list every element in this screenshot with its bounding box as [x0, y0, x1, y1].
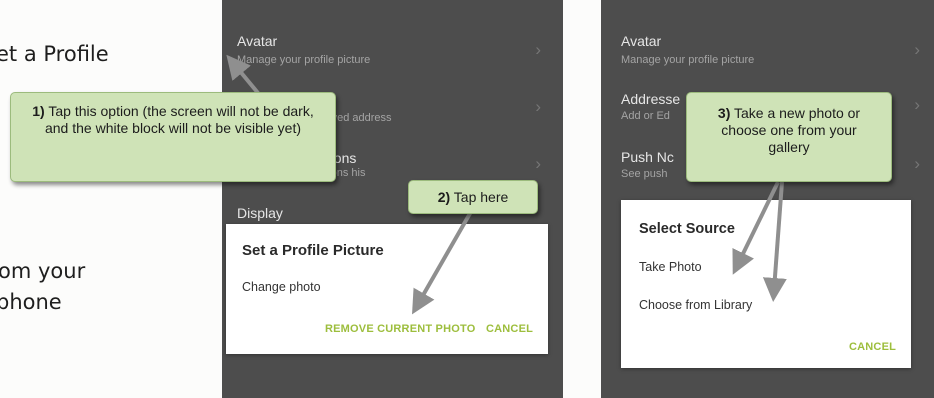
callout-step-3: 3) Take a new photo or choose one from y…	[686, 92, 892, 182]
callout-step-2: 2) Tap here	[408, 180, 538, 214]
callout-text: Take a new photo or choose one from your…	[721, 105, 861, 155]
callout-number: 2)	[437, 189, 451, 205]
callout-text: Tap here	[453, 189, 509, 205]
cancel-button[interactable]: CANCEL	[849, 341, 896, 353]
callout-number: 3)	[717, 105, 731, 121]
dialog-title: Select Source	[639, 221, 735, 237]
intro-line-1: et a Profile	[0, 42, 109, 66]
take-photo-option[interactable]: Take Photo	[639, 260, 702, 274]
profile-picture-dialog: Set a Profile Picture Change photo REMOV…	[226, 224, 548, 354]
row-subtitle: Manage your profile picture	[621, 54, 755, 66]
callout-step-1: 1) Tap this option (the screen will not …	[10, 92, 336, 182]
chevron-right-icon: ›	[535, 40, 541, 59]
callout-text: Tap this option (the screen will not be …	[44, 103, 314, 136]
select-source-dialog: Select Source Take Photo Choose from Lib…	[621, 200, 911, 368]
row-title: Display	[237, 205, 283, 221]
chevron-right-icon: ›	[914, 154, 920, 173]
chevron-right-icon: ›	[914, 95, 920, 114]
choose-from-library-option[interactable]: Choose from Library	[639, 298, 752, 312]
change-photo-option[interactable]: Change photo	[242, 280, 321, 294]
row-subtitle: Add or Ed	[621, 110, 670, 122]
chevron-right-icon: ›	[535, 97, 541, 116]
dialog-title: Set a Profile Picture	[242, 242, 384, 259]
chevron-right-icon: ›	[914, 40, 920, 59]
row-subtitle: See push	[621, 168, 668, 180]
chevron-right-icon: ›	[535, 154, 541, 173]
cancel-button[interactable]: CANCEL	[486, 323, 533, 335]
callout-number: 1)	[32, 103, 45, 119]
intro-line-3: phone	[0, 290, 62, 314]
remove-current-photo-button[interactable]: REMOVE CURRENT PHOTO	[325, 323, 475, 335]
row-title: Push Nc	[621, 149, 674, 165]
phone-screen-2: Avatar Manage your profile picture › Add…	[601, 0, 934, 398]
row-title: Addresse	[621, 91, 681, 107]
intro-line-2: om your	[0, 259, 86, 283]
row-title: Avatar	[237, 33, 278, 49]
row-title: Avatar	[621, 33, 662, 49]
row-subtitle: Manage your profile picture	[237, 54, 371, 66]
